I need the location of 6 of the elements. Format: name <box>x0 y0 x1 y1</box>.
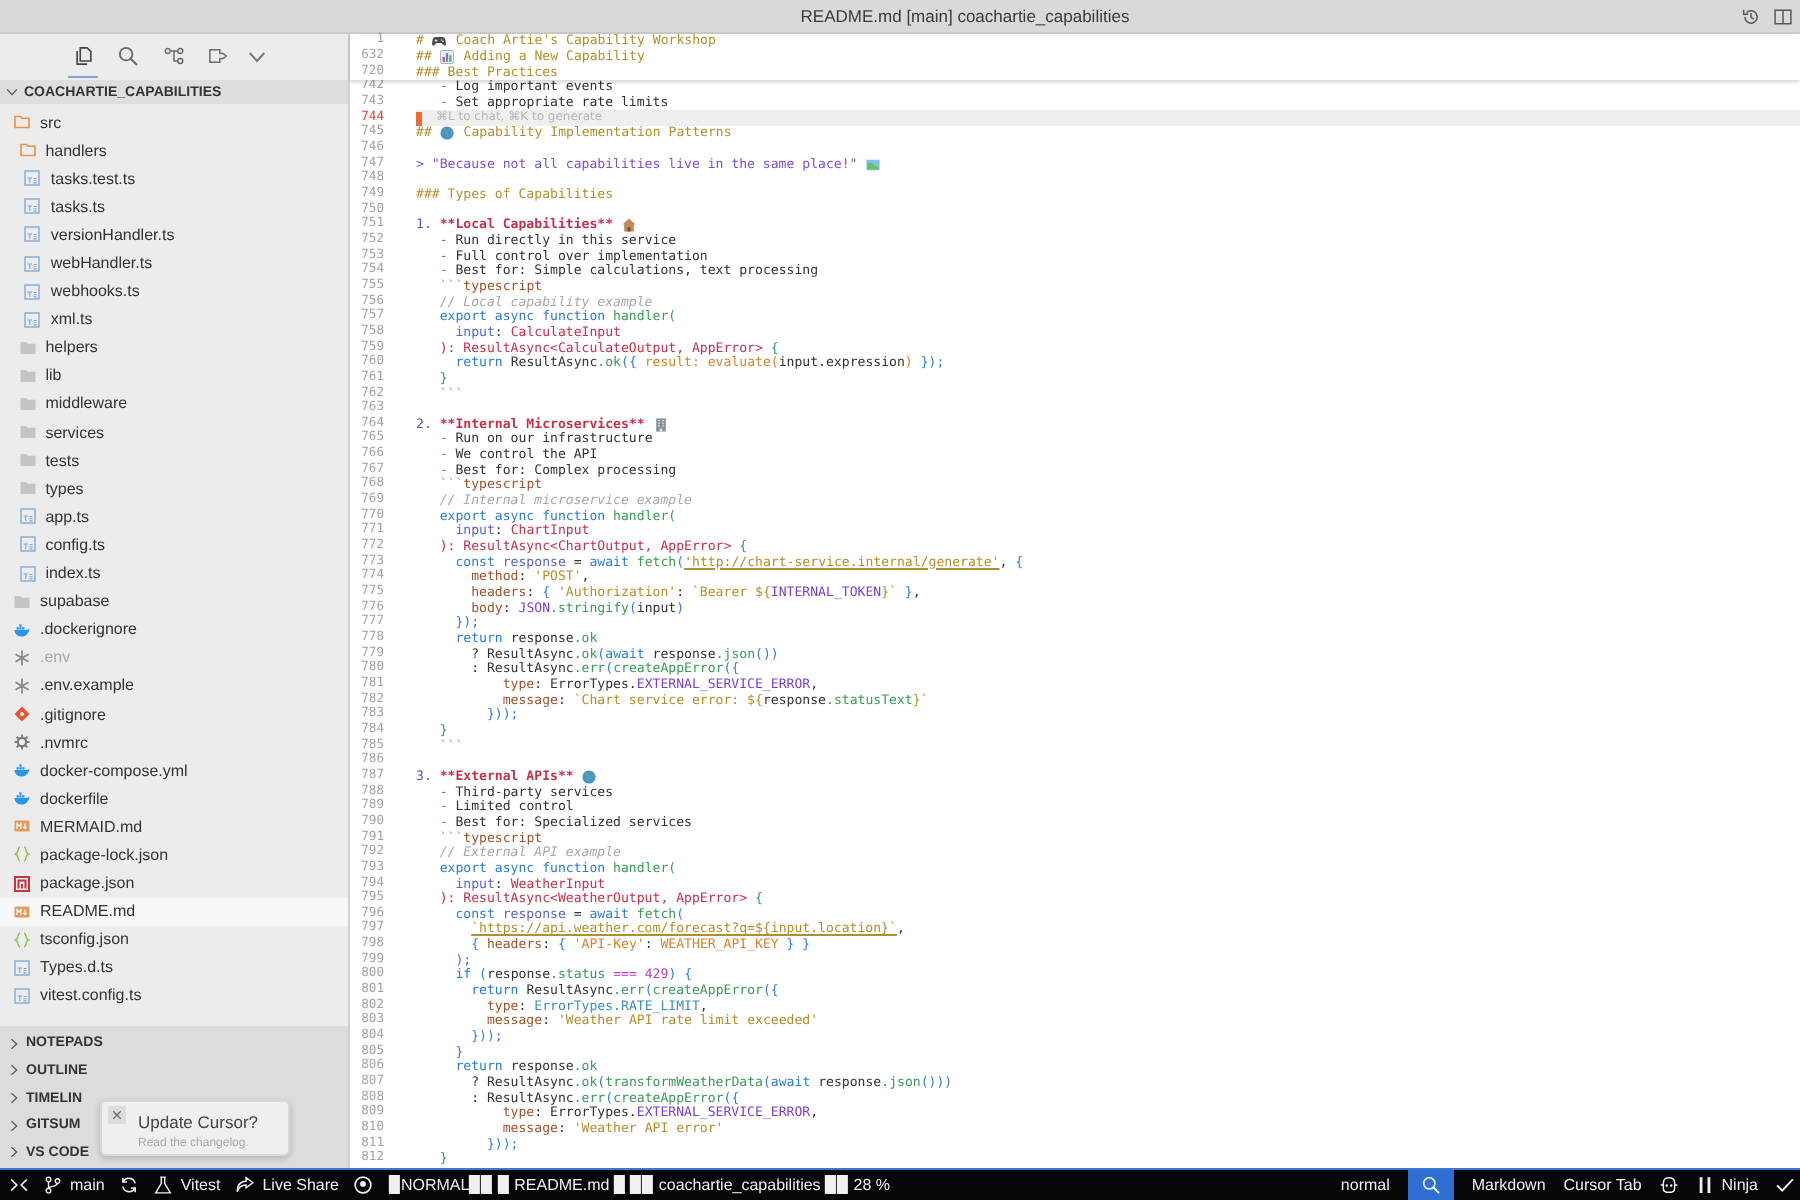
notification-title: Update Cursor? <box>138 1112 259 1132</box>
window-title: README.md [main] coachartie_capabilities <box>798 6 1132 26</box>
status-text: ▉NORMAL▉▉ ▉ README.md ▉ ▉▉ coachartie_capabilities ▉▉ 28 % <box>388 1176 890 1194</box>
status-text: Cursor Tab <box>1563 1176 1642 1194</box>
status-text: normal <box>1340 1176 1390 1194</box>
status-text: Markdown <box>1471 1176 1546 1194</box>
